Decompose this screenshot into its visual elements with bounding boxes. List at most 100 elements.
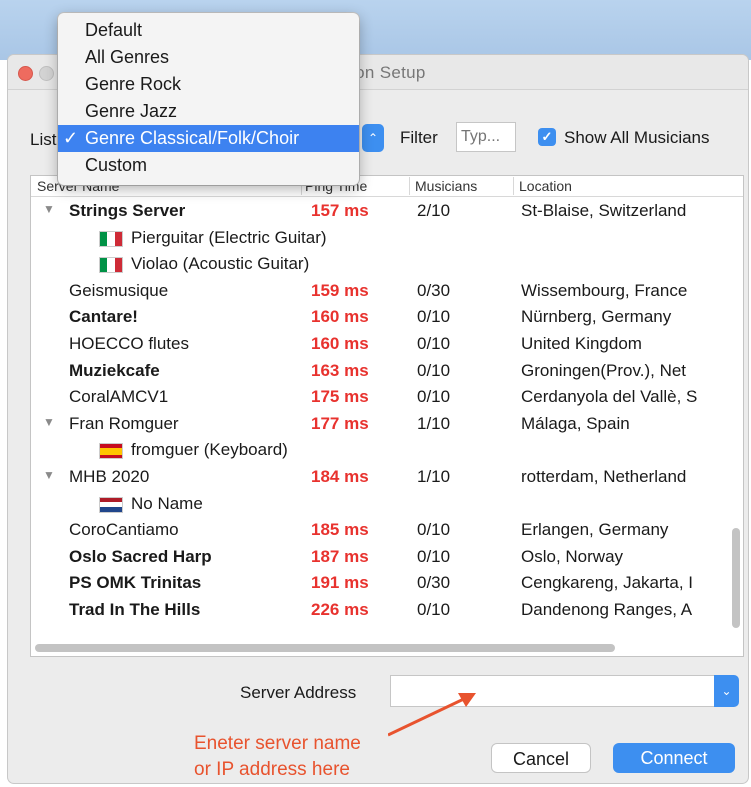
musician-name: No Name	[131, 493, 203, 513]
server-name: Oslo Sacred Harp	[69, 546, 212, 566]
filter-input[interactable]	[456, 122, 516, 152]
ping-time: 185 ms	[311, 520, 369, 540]
country-flag-icon	[99, 257, 123, 274]
country-flag-icon	[99, 496, 123, 513]
server-row[interactable]: Trad In The Hills 226 ms 0/10 Dandenong Ran…	[31, 597, 743, 624]
server-row[interactable]: CoroCantiamo 185 ms 0/10 Erlangen, Germany	[31, 517, 743, 544]
ping-time: 159 ms	[311, 280, 369, 300]
close-window-button[interactable]	[18, 66, 33, 81]
server-address-label: Server Address	[240, 683, 357, 702]
show-all-musicians-checkbox[interactable]: ✓	[538, 128, 556, 146]
country-flag-icon	[99, 230, 123, 247]
vertical-scrollbar[interactable]	[732, 528, 740, 628]
server-name: CoralAMCV1	[69, 387, 169, 407]
disclosure-triangle-icon[interactable]: ▼	[43, 468, 55, 482]
column-divider[interactable]	[409, 177, 410, 195]
server-location: Oslo, Norway	[521, 546, 624, 566]
list-combo-stepper-icon[interactable]: ⌃	[362, 124, 384, 152]
checkmark-icon: ✓	[63, 128, 79, 148]
server-name: Cantare!	[69, 307, 138, 327]
annotation-line-1: Eneter server name	[194, 733, 361, 754]
server-name: Strings Server	[69, 201, 186, 220]
server-row[interactable]: ▼ Strings Server 157 ms 2/10 St-Blaise, Swit…	[31, 198, 743, 225]
server-name: CoroCantiamo	[69, 520, 179, 540]
server-location: Groningen(Prov.), Net	[521, 360, 687, 380]
ping-time: 184 ms	[311, 467, 369, 486]
server-name: HOECCO flutes	[69, 334, 189, 353]
server-address-dropdown-chevron-down-icon[interactable]: ⌄	[714, 675, 739, 707]
minimize-window-button[interactable]	[39, 66, 54, 81]
musician-count: 0/10	[417, 387, 451, 407]
musician-count: 0/10	[417, 360, 451, 380]
musician-row[interactable]: Pierguitar (Electric Guitar)	[31, 225, 743, 252]
server-name: Trad In The Hills	[69, 600, 201, 619]
musician-row[interactable]: Violao (Acoustic Guitar)	[31, 251, 743, 278]
server-location: St-Blaise, Switzerland	[521, 201, 687, 220]
server-location: Cengkareng, Jakarta, I	[521, 573, 693, 593]
dropdown-option[interactable]: Genre Rock	[58, 71, 359, 98]
server-row[interactable]: Cantare! 160 ms 0/10 Nürnberg, Germany	[31, 304, 743, 331]
server-name: Muziekcafe	[69, 360, 160, 380]
server-list-table: Server Name Ping Time Musicians Location…	[30, 175, 744, 657]
dropdown-option-label: All Genres	[85, 47, 170, 67]
annotation-note: Eneter server name or IP address here	[194, 731, 361, 783]
dropdown-option[interactable]: ✓ Genre Classical/Folk/Choir	[58, 125, 359, 152]
server-location: Dandenong Ranges, A	[521, 600, 693, 619]
list-dropdown-menu: Default All Genres Genre Rock Genre Jazz ✓ Ge…	[58, 13, 359, 185]
connect-button[interactable]: Connect	[613, 743, 735, 773]
server-row[interactable]: ▼ MHB 2020 184 ms 1/10 rotterdam, Netherland	[31, 464, 743, 491]
server-location: United Kingdom	[521, 334, 642, 353]
musician-row[interactable]: fromguer (Keyboard)	[31, 437, 743, 464]
annotation-arrow-icon	[388, 693, 476, 737]
dropdown-option-label: Custom	[85, 155, 148, 175]
column-divider[interactable]	[513, 177, 514, 195]
ping-time: 191 ms	[311, 573, 369, 593]
dropdown-option[interactable]: Custom	[58, 152, 359, 179]
ping-time: 177 ms	[311, 413, 369, 433]
horizontal-scrollbar[interactable]	[35, 644, 615, 652]
server-location: Nürnberg, Germany	[521, 307, 672, 327]
column-location[interactable]: Location	[519, 178, 572, 194]
musician-count: 1/10	[417, 413, 451, 433]
musician-row[interactable]: No Name	[31, 491, 743, 518]
server-row[interactable]: ▼ Fran Romguer 177 ms 1/10 Málaga, Spain	[31, 411, 743, 438]
server-row[interactable]: Oslo Sacred Harp 187 ms 0/10 Oslo, Norway	[31, 544, 743, 571]
server-name: Fran Romguer	[69, 413, 179, 433]
musician-count: 0/30	[417, 280, 451, 300]
country-flag-icon	[99, 443, 123, 460]
musician-count: 1/10	[417, 467, 451, 486]
server-row[interactable]: Geismusique 159 ms 0/30 Wissembourg, France	[31, 278, 743, 305]
musician-name: Pierguitar (Electric Guitar)	[131, 227, 327, 247]
ping-time: 175 ms	[311, 387, 369, 407]
server-name: MHB 2020	[69, 467, 150, 486]
server-row[interactable]: HOECCO flutes 160 ms 0/10 United Kingdom	[31, 331, 743, 358]
dropdown-option[interactable]: Default	[58, 17, 359, 44]
dropdown-option[interactable]: Genre Jazz	[58, 98, 359, 125]
ping-time: 160 ms	[311, 307, 369, 327]
musician-name: fromguer (Keyboard)	[131, 440, 288, 460]
ping-time: 163 ms	[311, 360, 369, 380]
cancel-button[interactable]: Cancel	[491, 743, 591, 773]
server-row[interactable]: CoralAMCV1 175 ms 0/10 Cerdanyola del Vallè…	[31, 384, 743, 411]
server-name: PS OMK Trinitas	[69, 573, 202, 593]
server-name: Geismusique	[69, 280, 169, 300]
server-location: Málaga, Spain	[521, 413, 630, 433]
disclosure-triangle-icon[interactable]: ▼	[43, 415, 55, 429]
musician-count: 0/10	[417, 546, 451, 566]
list-label: List	[30, 130, 57, 149]
musician-count: 0/10	[417, 307, 451, 327]
disclosure-triangle-icon[interactable]: ▼	[43, 202, 55, 216]
show-all-musicians-label[interactable]: Show All Musicians	[564, 128, 710, 148]
dropdown-option[interactable]: All Genres	[58, 44, 359, 71]
server-row[interactable]: PS OMK Trinitas 191 ms 0/30 Cengkareng, Jak…	[31, 570, 743, 597]
server-row[interactable]: Muziekcafe 163 ms 0/10 Groningen(Prov.), Ne…	[31, 358, 743, 385]
server-location: Cerdanyola del Vallè, S	[521, 387, 698, 407]
ping-time: 226 ms	[311, 600, 369, 619]
musician-count: 0/10	[417, 600, 451, 619]
dropdown-option-label: Genre Jazz	[85, 101, 178, 121]
server-location: Wissembourg, France	[521, 280, 688, 300]
server-location: rotterdam, Netherland	[521, 467, 687, 486]
column-musicians[interactable]: Musicians	[415, 178, 477, 194]
server-location: Erlangen, Germany	[521, 520, 669, 540]
musician-name: Violao (Acoustic Guitar)	[131, 254, 310, 274]
